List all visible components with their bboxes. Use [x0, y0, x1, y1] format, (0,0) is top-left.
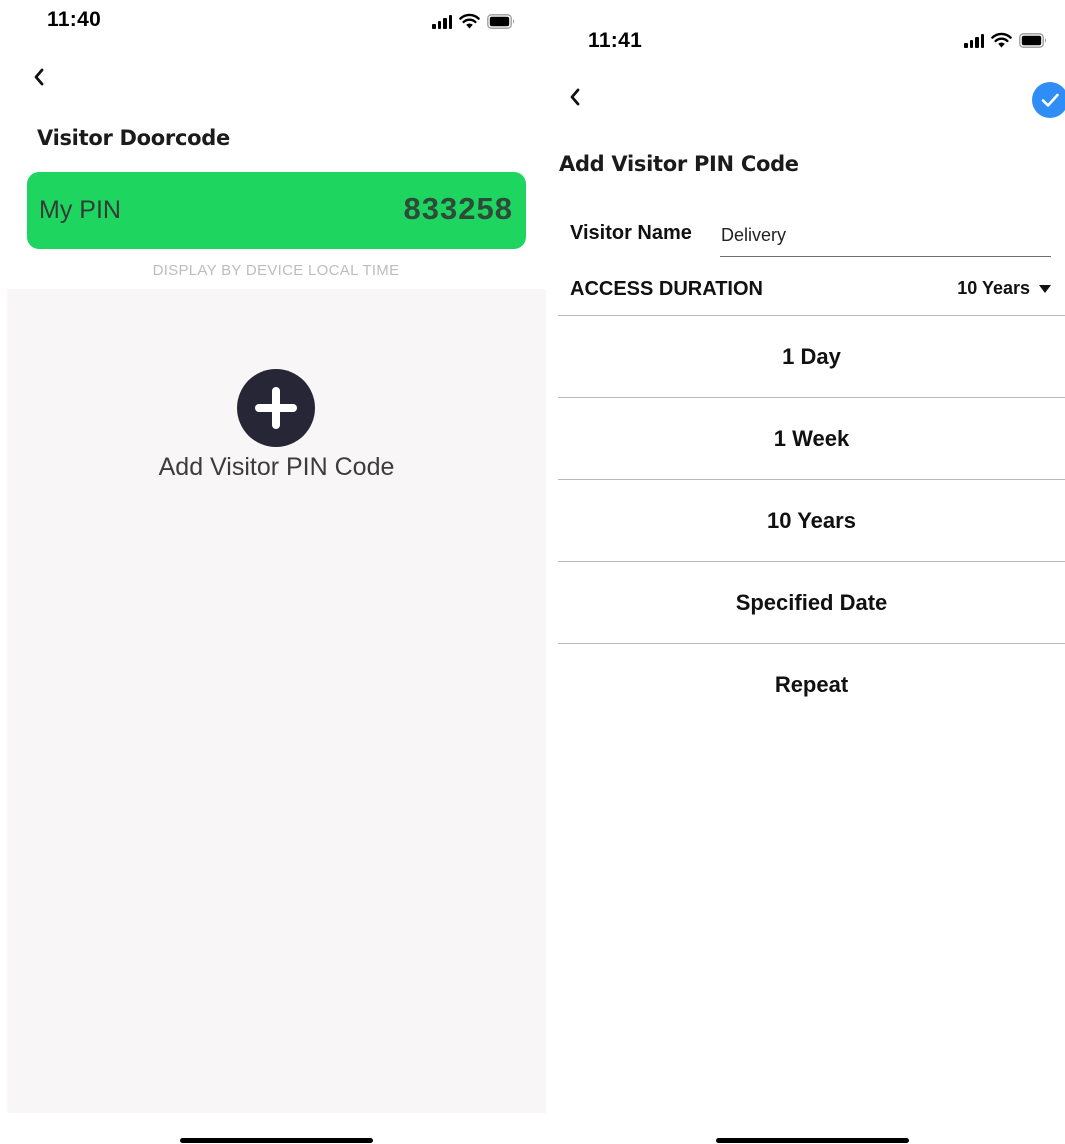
option-10-years[interactable]: 10 Years [558, 480, 1065, 562]
visitor-name-input[interactable] [720, 220, 1051, 257]
status-time: 11:40 [47, 8, 102, 31]
option-repeat[interactable]: Repeat [558, 644, 1065, 726]
home-indicator[interactable] [716, 1138, 909, 1143]
battery-icon [1019, 33, 1048, 48]
visitor-name-label: Visitor Name [570, 222, 692, 244]
status-bar: 11:41 [546, 0, 1065, 52]
wifi-icon [991, 32, 1012, 48]
my-pin-value: 833258 [403, 191, 513, 226]
caret-down-icon [1039, 284, 1051, 293]
access-duration-value: 10 Years [957, 278, 1030, 298]
duration-option-list: 1 Day 1 Week 10 Years Specified Date Rep… [558, 315, 1065, 726]
chevron-left-icon [570, 88, 580, 106]
access-duration-label: ACCESS DURATION [570, 278, 763, 300]
wifi-icon [459, 13, 480, 29]
access-duration-row: ACCESS DURATION 10 Years [570, 276, 1052, 306]
visitor-doorcode-screen: 11:40 Visitor Doorcode My PIN 833258 DIS… [0, 0, 546, 1144]
visitor-name-row: Visitor Name [570, 220, 1051, 257]
confirm-button[interactable] [1032, 82, 1065, 118]
my-pin-card: My PIN 833258 [27, 172, 526, 249]
checkmark-icon [1041, 93, 1059, 107]
my-pin-label: My PIN [39, 196, 121, 224]
signal-icon [432, 15, 452, 29]
status-time: 11:41 [588, 29, 643, 52]
status-icons [964, 30, 1048, 48]
page-title: Add Visitor PIN Code [559, 152, 799, 176]
back-button[interactable] [562, 83, 590, 111]
chevron-left-icon [34, 68, 44, 86]
battery-icon [487, 14, 516, 29]
home-indicator[interactable] [180, 1138, 373, 1143]
option-1-day[interactable]: 1 Day [558, 316, 1065, 398]
local-time-note: DISPLAY BY DEVICE LOCAL TIME [152, 262, 400, 279]
add-visitor-pin-button[interactable] [237, 369, 315, 447]
add-visitor-pin-screen: 11:41 Add Visitor PIN Code Visitor Name … [546, 0, 1065, 1144]
visitor-pin-area: Add Visitor PIN Code [7, 289, 546, 1113]
status-bar: 11:40 [0, 0, 546, 40]
add-visitor-pin-label[interactable]: Add Visitor PIN Code [7, 453, 546, 482]
option-1-week[interactable]: 1 Week [558, 398, 1065, 480]
status-icons [432, 11, 516, 29]
back-button[interactable] [26, 63, 54, 91]
signal-icon [964, 34, 984, 48]
page-title: Visitor Doorcode [37, 126, 230, 150]
access-duration-select[interactable]: 10 Years [957, 278, 1052, 299]
plus-circle-icon [255, 387, 297, 429]
option-specified-date[interactable]: Specified Date [558, 562, 1065, 644]
